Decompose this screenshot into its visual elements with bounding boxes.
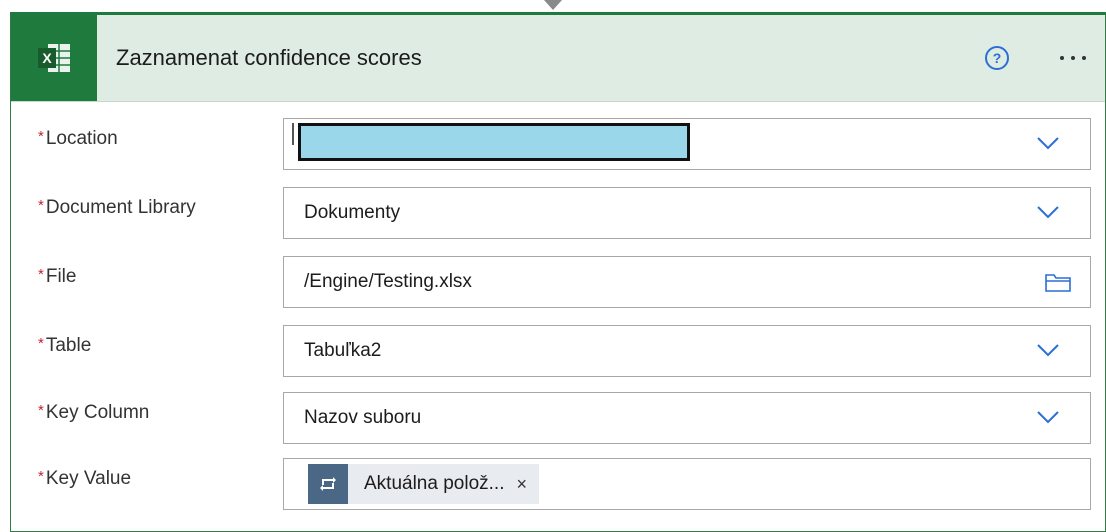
dynamic-content-token[interactable]: Aktuálna polož... × [308, 464, 539, 504]
redacted-value [298, 123, 690, 161]
table-value: Tabuľka2 [304, 340, 382, 361]
chevron-down-icon[interactable] [1036, 340, 1060, 360]
document-library-label-text: Document Library [45, 197, 196, 218]
location-label: * Location [38, 128, 118, 150]
chevron-down-icon[interactable] [1036, 133, 1060, 153]
key-column-label: * Key Column [38, 402, 149, 424]
key-value-label-text: Key Value [45, 468, 132, 489]
dot [1082, 56, 1086, 60]
action-card: X Zaznamenat confidence scores ? * Locati… [10, 12, 1106, 532]
key-column-dropdown[interactable]: Nazov suboru [283, 392, 1091, 444]
dot [1071, 56, 1075, 60]
table-dropdown[interactable]: Tabuľka2 [283, 325, 1091, 377]
token-remove-icon[interactable]: × [512, 474, 539, 495]
required-mark: * [38, 197, 44, 214]
required-mark: * [38, 128, 44, 145]
document-library-value: Dokumenty [304, 202, 401, 223]
file-label-text: File [45, 266, 77, 287]
chevron-down-icon[interactable] [1036, 407, 1060, 427]
required-mark: * [38, 335, 44, 352]
cursor-mark [292, 123, 294, 145]
dot [1060, 56, 1064, 60]
file-picker-field[interactable]: /Engine/Testing.xlsx [283, 256, 1091, 308]
file-label: * File [38, 266, 76, 288]
key-column-row: * Key Column Nazov suboru [11, 392, 1105, 444]
location-dropdown[interactable] [283, 118, 1091, 170]
table-row-field: * Table Tabuľka2 [11, 325, 1105, 377]
key-column-value: Nazov suboru [304, 407, 422, 428]
document-library-dropdown[interactable]: Dokumenty [283, 187, 1091, 239]
help-icon[interactable]: ? [985, 46, 1009, 70]
excel-icon: X [11, 15, 97, 101]
token-label: Aktuálna polož... [364, 473, 505, 494]
document-library-row: * Document Library Dokumenty [11, 187, 1105, 239]
location-label-text: Location [45, 128, 118, 149]
file-row: * File /Engine/Testing.xlsx [11, 256, 1105, 308]
action-title: Zaznamenat confidence scores [116, 45, 422, 70]
document-library-label: * Document Library [38, 197, 196, 219]
key-value-input[interactable]: Aktuálna polož... × [283, 458, 1091, 510]
required-mark: * [38, 266, 44, 283]
key-column-label-text: Key Column [45, 402, 150, 423]
folder-icon[interactable] [1044, 271, 1072, 293]
location-row: * Location [11, 118, 1105, 170]
required-mark: * [38, 402, 44, 419]
more-options-icon[interactable] [1051, 43, 1095, 73]
action-header[interactable]: X Zaznamenat confidence scores ? [11, 15, 1105, 102]
file-value: /Engine/Testing.xlsx [304, 271, 472, 292]
svg-text:X: X [42, 50, 52, 66]
key-value-label: * Key Value [38, 468, 131, 490]
chevron-down-icon[interactable] [1036, 202, 1060, 222]
key-value-row: * Key Value Aktuálna polož... × [11, 458, 1105, 510]
table-label-text: Table [45, 335, 92, 356]
table-label: * Table [38, 335, 91, 357]
flow-connector-arrow [544, 0, 562, 10]
required-mark: * [38, 468, 44, 485]
loop-icon [308, 464, 348, 504]
